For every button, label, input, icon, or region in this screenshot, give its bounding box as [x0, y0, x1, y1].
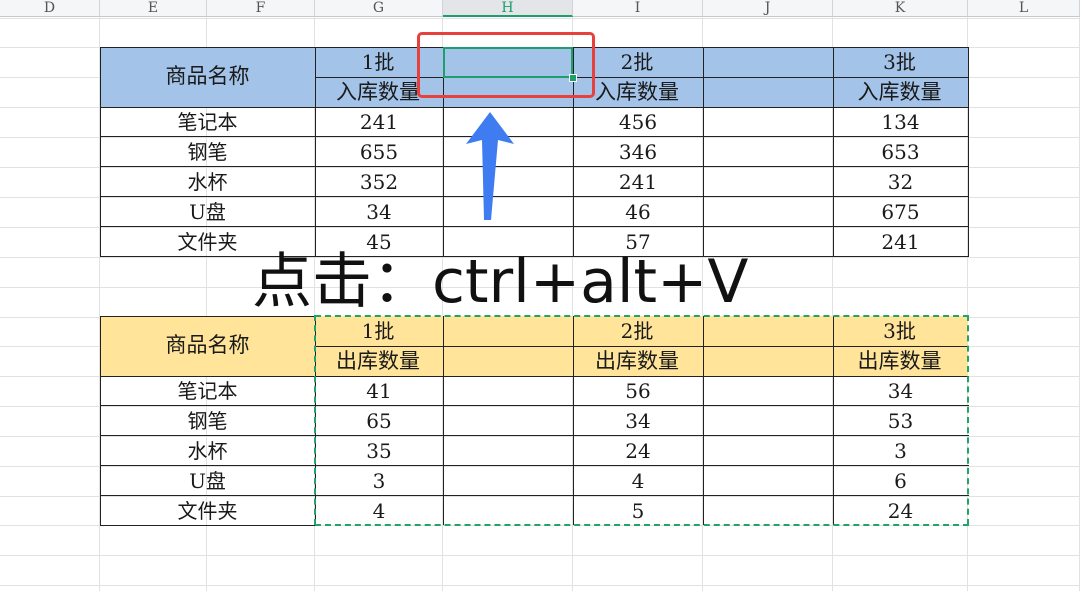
quantity-cell[interactable]: 241: [573, 167, 703, 197]
quantity-cell[interactable]: 3: [315, 466, 443, 496]
table-border: [100, 405, 969, 406]
product-name-cell[interactable]: 水杯: [100, 436, 315, 466]
table-border: [315, 346, 969, 347]
quantity-header[interactable]: 出库数量: [831, 346, 968, 377]
quantity-cell[interactable]: 4: [315, 496, 443, 526]
quantity-cell[interactable]: 65: [315, 406, 443, 436]
table-border: [100, 166, 969, 167]
table-border: [443, 316, 444, 525]
batch-header[interactable]: 3批: [831, 317, 968, 346]
column-header-f[interactable]: F: [207, 0, 315, 17]
quantity-cell[interactable]: 41: [315, 377, 443, 407]
table-border: [100, 495, 969, 496]
quantity-cell[interactable]: 346: [573, 137, 703, 167]
quantity-cell[interactable]: 4: [573, 466, 703, 496]
quantity-cell[interactable]: 24: [573, 436, 703, 466]
quantity-cell[interactable]: 675: [833, 197, 968, 227]
quantity-cell[interactable]: 34: [315, 197, 443, 227]
batch-header[interactable]: 1批: [313, 317, 443, 346]
quantity-cell[interactable]: 34: [833, 377, 968, 407]
column-header-k[interactable]: K: [833, 0, 968, 17]
table-border: [100, 136, 969, 137]
product-name-cell[interactable]: U盘: [100, 197, 315, 227]
quantity-cell[interactable]: 32: [833, 167, 968, 197]
quantity-cell[interactable]: 241: [315, 108, 443, 138]
table-border: [100, 524, 315, 526]
product-name-cell[interactable]: 水杯: [100, 167, 315, 197]
table-border: [703, 316, 704, 525]
batch-header[interactable]: 2批: [571, 317, 703, 346]
product-name-header[interactable]: 商品名称: [100, 47, 315, 107]
quantity-cell[interactable]: 241: [833, 227, 968, 257]
grid-row-line: [0, 18, 1080, 19]
instruction-caption: 点击：ctrl+alt+V: [252, 247, 749, 317]
column-header-g[interactable]: G: [315, 0, 443, 17]
table-border: [833, 316, 834, 525]
quantity-cell[interactable]: 352: [315, 167, 443, 197]
copy-marquee: [967, 315, 969, 525]
table-border: [573, 316, 574, 525]
table-border: [100, 226, 969, 227]
quantity-cell[interactable]: 653: [833, 137, 968, 167]
quantity-cell[interactable]: 56: [573, 377, 703, 407]
quantity-cell[interactable]: 456: [573, 108, 703, 138]
table-border: [100, 435, 969, 436]
table-border: [100, 465, 969, 466]
product-name-header[interactable]: 商品名称: [100, 316, 315, 376]
table-border: [100, 196, 969, 197]
quantity-cell[interactable]: 24: [833, 496, 968, 526]
column-header-l[interactable]: L: [968, 0, 1080, 17]
column-header-i[interactable]: I: [573, 0, 703, 17]
quantity-header[interactable]: 入库数量: [831, 77, 968, 108]
grid-row-line: [0, 555, 1080, 556]
annotation-arrow-icon: [466, 112, 514, 220]
table-border: [315, 77, 969, 78]
product-name-cell[interactable]: 钢笔: [100, 137, 315, 167]
quantity-header[interactable]: 出库数量: [313, 346, 443, 377]
table-border: [100, 376, 969, 377]
grid-row-line: [0, 585, 1080, 586]
quantity-cell[interactable]: 655: [315, 137, 443, 167]
product-name-cell[interactable]: 文件夹: [100, 496, 315, 526]
product-name-cell[interactable]: 钢笔: [100, 406, 315, 436]
product-name-cell[interactable]: U盘: [100, 466, 315, 496]
copy-marquee: [314, 315, 316, 525]
quantity-cell[interactable]: 35: [315, 436, 443, 466]
quantity-cell[interactable]: 3: [833, 436, 968, 466]
column-header-e[interactable]: E: [100, 0, 207, 17]
quantity-cell[interactable]: 5: [573, 496, 703, 526]
column-header-h[interactable]: H: [443, 0, 573, 17]
quantity-cell[interactable]: 53: [833, 406, 968, 436]
quantity-cell[interactable]: 134: [833, 108, 968, 138]
batch-header[interactable]: 3批: [831, 48, 968, 77]
copy-marquee: [315, 523, 969, 526]
spreadsheet-grid[interactable]: DEFGHIJKL 商品名称 1批 入库数量 2批 入库数量 3批 入库数量 笔记本 241 45…: [0, 0, 1080, 591]
quantity-cell[interactable]: 46: [573, 197, 703, 227]
quantity-cell[interactable]: 6: [833, 466, 968, 496]
table-border: [100, 107, 969, 108]
product-name-cell[interactable]: 笔记本: [100, 377, 315, 407]
product-name-cell[interactable]: 笔记本: [100, 108, 315, 138]
column-header-d[interactable]: D: [0, 0, 100, 17]
column-header-j[interactable]: J: [703, 0, 833, 17]
quantity-header[interactable]: 出库数量: [571, 346, 703, 377]
quantity-cell[interactable]: 34: [573, 406, 703, 436]
annotation-highlight-box: [417, 32, 595, 98]
